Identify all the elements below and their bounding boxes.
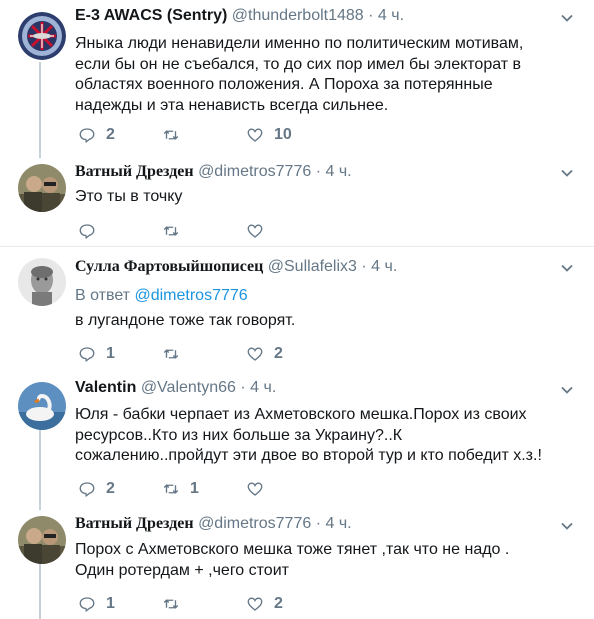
avatar[interactable] — [18, 516, 66, 564]
retweet-icon — [163, 484, 179, 494]
chevron-down-icon[interactable] — [560, 261, 574, 275]
tweet[interactable]: Ватный Дрезден @dimetros7776 · 4 ч. Поро… — [0, 506, 594, 619]
display-name[interactable]: Ватный Дрезден — [75, 163, 194, 180]
tweet[interactable]: Ватный Дрезден @dimetros7776 · 4 ч. Это … — [0, 160, 594, 246]
reply-button[interactable]: 2 — [78, 479, 115, 499]
tweet-text: Юля - бабки черпает из Ахметовского мешк… — [75, 406, 542, 464]
mention-link[interactable]: @dimetros7776 — [134, 287, 247, 304]
handle[interactable]: @thunderbolt1488 — [232, 7, 364, 24]
like-button[interactable]: 10 — [246, 125, 292, 145]
like-button[interactable] — [246, 221, 274, 241]
avatar[interactable] — [18, 164, 66, 212]
tweet-actions: 2 1 — [78, 479, 398, 499]
reply-icon — [79, 128, 95, 143]
chevron-down-icon[interactable] — [560, 166, 574, 180]
retweet-button[interactable] — [162, 594, 190, 614]
handle[interactable]: @dimetros7776 — [198, 515, 311, 532]
retweet-button[interactable] — [162, 221, 190, 241]
tweet[interactable]: E-3 AWACS (Sentry) @thunderbolt1488 · 4 … — [0, 0, 594, 160]
avatar[interactable] — [18, 258, 66, 306]
like-button[interactable]: 2 — [246, 594, 283, 614]
avatar[interactable] — [18, 12, 66, 60]
reply-button[interactable]: 1 — [78, 344, 115, 364]
awacs-logo-icon — [18, 12, 66, 60]
reply-icon — [79, 597, 95, 612]
like-button[interactable] — [246, 479, 274, 499]
handle[interactable]: @dimetros7776 — [198, 163, 311, 180]
chevron-down-icon[interactable] — [560, 519, 574, 533]
display-name[interactable]: Сулла Фартовыйшописец — [75, 258, 263, 275]
timestamp[interactable]: 4 ч. — [378, 7, 404, 24]
reply-icon — [79, 482, 95, 497]
tweet[interactable]: Valentin @Valentyn66 · 4 ч. Юля - бабки … — [0, 372, 594, 506]
retweet-button[interactable] — [162, 125, 190, 145]
display-name[interactable]: E-3 AWACS (Sentry) — [75, 7, 227, 24]
swan-photo-icon — [18, 382, 66, 430]
tweet-text: Яныка люди ненавидели именно по политиче… — [75, 35, 524, 114]
heart-icon — [247, 597, 263, 611]
tweet-text: в лугандоне тоже так говорят. — [75, 312, 296, 329]
reply-icon — [79, 224, 95, 239]
timestamp[interactable]: 4 ч. — [325, 163, 351, 180]
reply-button[interactable]: 1 — [78, 594, 115, 614]
retweet-icon — [163, 599, 179, 609]
bust-photo-icon — [18, 258, 66, 306]
tweet-text: Это ты в точку — [75, 188, 183, 205]
timestamp[interactable]: 4 ч. — [325, 515, 351, 532]
separator-dot: · — [240, 379, 246, 396]
two-men-photo-icon — [18, 164, 66, 212]
heart-icon — [247, 482, 263, 496]
two-men-photo-icon — [18, 516, 66, 564]
retweet-icon — [163, 226, 179, 236]
tweet-actions — [78, 221, 398, 241]
heart-icon — [247, 128, 263, 142]
separator-dot: · — [368, 7, 374, 24]
tweet-actions: 1 2 — [78, 344, 398, 364]
display-name[interactable]: Ватный Дрезден — [75, 515, 194, 532]
heart-icon — [247, 224, 263, 238]
separator-dot: · — [361, 258, 367, 275]
reply-button[interactable]: 2 — [78, 125, 115, 145]
handle[interactable]: @Valentyn66 — [141, 379, 236, 396]
handle[interactable]: @Sullafelix3 — [268, 258, 357, 275]
timestamp[interactable]: 4 ч. — [371, 258, 397, 275]
avatar[interactable] — [18, 382, 66, 430]
retweet-button[interactable]: 1 — [162, 479, 199, 499]
display-name[interactable]: Valentin — [75, 379, 136, 396]
chevron-down-icon[interactable] — [560, 383, 574, 397]
separator-dot: · — [315, 515, 322, 532]
reply-context: В ответ @dimetros7776 — [75, 287, 248, 305]
tweet-actions: 1 2 — [78, 594, 398, 614]
tweet-text: Порох с Ахметовского мешка тоже тянет ,т… — [75, 541, 510, 579]
tweet[interactable]: Сулла Фартовыйшописец @Sullafelix3 · 4 ч… — [0, 247, 594, 372]
timestamp[interactable]: 4 ч. — [250, 379, 276, 396]
reply-prefix: В ответ — [75, 287, 131, 304]
retweet-icon — [163, 130, 179, 140]
heart-icon — [247, 347, 263, 361]
retweet-icon — [163, 349, 179, 359]
like-button[interactable]: 2 — [246, 344, 283, 364]
reply-button[interactable] — [78, 221, 106, 241]
chevron-down-icon[interactable] — [560, 11, 574, 25]
tweet-actions: 2 10 — [78, 125, 398, 145]
separator-dot: · — [315, 163, 322, 180]
reply-icon — [79, 347, 95, 362]
retweet-button[interactable] — [162, 344, 190, 364]
